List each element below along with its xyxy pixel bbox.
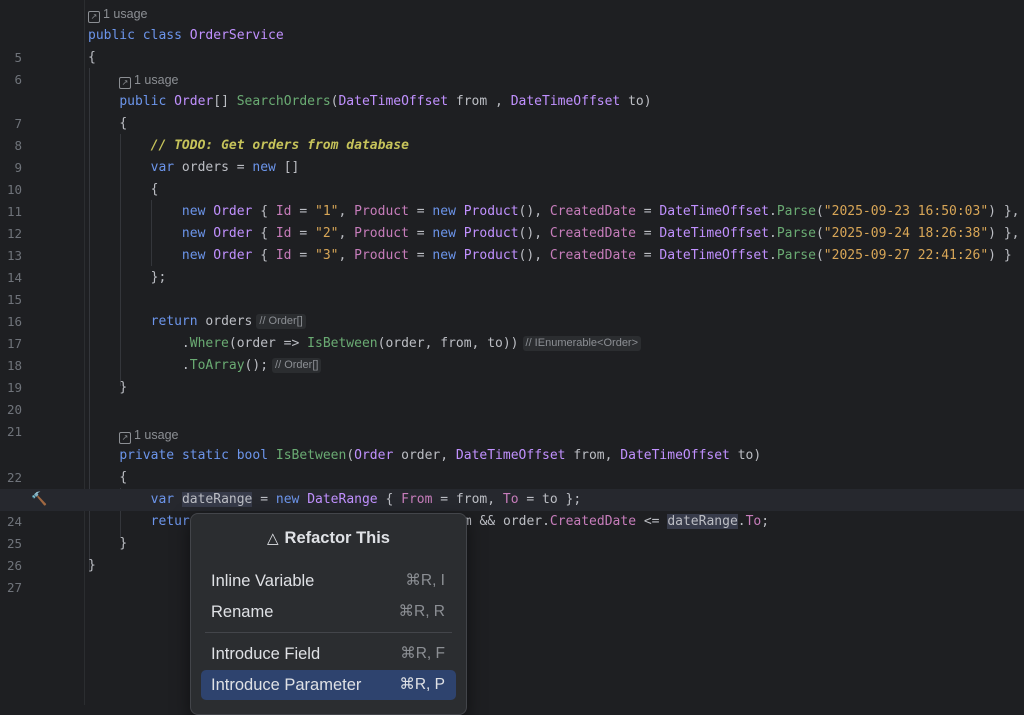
- type-inlay-hint: // Order[]: [256, 314, 306, 329]
- type-inlay-hint: // Order[]: [272, 358, 322, 373]
- todo-comment: // TODO: Get orders from database: [150, 138, 409, 153]
- shortcut: ⌘R, R: [398, 603, 446, 620]
- usage-arrow-icon: ↗: [119, 432, 131, 444]
- menu-item-introduce-parameter[interactable]: Introduce Parameter ⌘R, P: [201, 670, 456, 700]
- shortcut: ⌘R, F: [400, 645, 445, 662]
- shortcut: ⌘R, P: [399, 676, 445, 693]
- code-line[interactable]: 13 new Order { Id = "2", Product = new P…: [0, 223, 1024, 263]
- menu-item-introduce-field[interactable]: Introduce Field ⌘R, F: [201, 639, 456, 669]
- code-line[interactable]: 11 {: [0, 179, 1024, 219]
- menu-separator: [205, 632, 452, 633]
- line-number: 6: [14, 72, 22, 87]
- selected-variable[interactable]: dateRange: [181, 492, 253, 507]
- code-line[interactable]: 16: [0, 289, 1024, 329]
- usage-hint[interactable]: ↗ 1 usage: [88, 4, 147, 24]
- code-line[interactable]: 8 {: [0, 113, 1024, 153]
- usage-hint[interactable]: ↗ 1 usage: [119, 70, 178, 90]
- code-line-current[interactable]: 24 🔨 var dateRange = new DateRange { Fro…: [0, 489, 1024, 529]
- code-line[interactable]: 19 .ToArray();// Order[]: [0, 355, 1024, 395]
- code-line[interactable]: 21: [0, 399, 1024, 439]
- code-line[interactable]: 12 new Order { Id = "1", Product = new P…: [0, 201, 1024, 241]
- code-line[interactable]: 10 var orders = new []: [0, 157, 1024, 197]
- popup-title: △ Refactor This: [267, 529, 390, 547]
- code-line[interactable]: 18 .Where(order => IsBetween(order, from…: [0, 333, 1024, 373]
- code-line[interactable]: 6 {: [0, 47, 1024, 87]
- code-line[interactable]: 14 new Order { Id = "3", Product = new P…: [0, 245, 1024, 285]
- code-line[interactable]: 5 public class OrderService: [0, 25, 1024, 65]
- code-line[interactable]: 17 return orders// Order[]: [0, 311, 1024, 351]
- code-editor[interactable]: ↗ 1 usage ↗ 1 usage ↗ 1 usage 5 public clas…: [0, 0, 1024, 705]
- code-line[interactable]: 27 }: [0, 555, 1024, 595]
- refactor-icon: △: [267, 529, 279, 547]
- code-line[interactable]: 23 {: [0, 467, 1024, 507]
- menu-item-inline-variable[interactable]: Inline Variable ⌘R, I: [201, 566, 456, 596]
- shortcut: ⌘R, I: [405, 572, 445, 589]
- code-line[interactable]: 7 public Order[] SearchOrders(DateTimeOf…: [0, 91, 1024, 131]
- usage-arrow-icon: ↗: [88, 11, 100, 23]
- refactor-this-popup: △ Refactor This Inline Variable ⌘R, I Ren…: [190, 513, 467, 715]
- hammer-icon[interactable]: 🔨: [31, 489, 47, 511]
- line-number: 27: [6, 580, 22, 595]
- code-line[interactable]: 22 private static bool IsBetween(Order o…: [0, 445, 1024, 485]
- usage-arrow-icon: ↗: [119, 77, 131, 89]
- code-line[interactable]: 26 }: [0, 533, 1024, 573]
- code-line[interactable]: 20 }: [0, 377, 1024, 417]
- type-inlay-hint: // IEnumerable<Order>: [522, 336, 642, 351]
- usage-hint[interactable]: ↗ 1 usage: [119, 425, 178, 445]
- code-line[interactable]: 9 // TODO: Get orders from database: [0, 135, 1024, 175]
- line-number: 21: [6, 424, 22, 439]
- menu-item-rename[interactable]: Rename ⌘R, R: [201, 597, 456, 627]
- code-line[interactable]: 25 retur om && order.CreatedDate <= date…: [0, 511, 1024, 551]
- code-line[interactable]: 15 };: [0, 267, 1024, 307]
